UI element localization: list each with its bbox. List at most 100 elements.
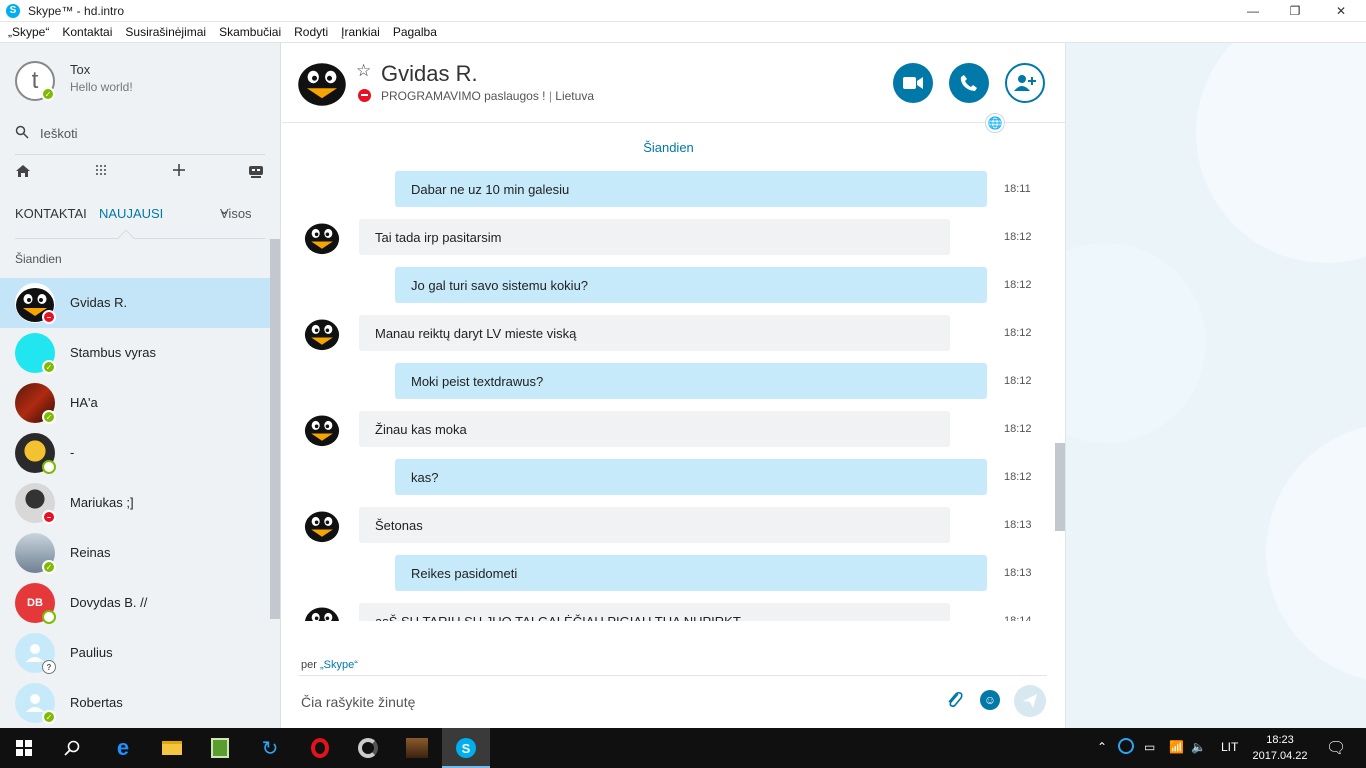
sender-avatar[interactable]: [304, 315, 340, 351]
sidebar-scrollbar[interactable]: [270, 239, 280, 619]
taskbar-skype[interactable]: S: [442, 728, 490, 768]
notifications-icon[interactable]: 🗨: [1326, 738, 1346, 758]
taskbar-game[interactable]: [393, 728, 441, 768]
message-time: 18:13: [1004, 567, 1032, 579]
sender-avatar[interactable]: [304, 603, 340, 621]
emoticon-icon[interactable]: ☺: [980, 690, 1000, 710]
sent-message[interactable]: Dabar ne uz 10 min galesiu 18:11: [282, 171, 1055, 207]
wifi-icon[interactable]: 📶: [1169, 740, 1184, 754]
sent-message[interactable]: Reikes pasidometi 18:13: [282, 555, 1055, 591]
battery-icon[interactable]: ▭: [1144, 740, 1155, 754]
taskbar-app2[interactable]: [344, 728, 392, 768]
menu-conversations[interactable]: Susirašinėjimai: [125, 25, 206, 39]
sender-avatar[interactable]: [304, 219, 340, 255]
contact-item[interactable]: ✓ Stambus vyras: [0, 328, 270, 378]
tray-app-icon[interactable]: [1118, 738, 1134, 754]
contact-name: -: [70, 445, 75, 460]
message-text[interactable]: Šetonas: [359, 507, 950, 543]
contact-item[interactable]: ? Paulius: [0, 628, 270, 678]
home-icon[interactable]: [15, 163, 31, 183]
contact-item[interactable]: ✓ HA'a: [0, 378, 270, 428]
contact-item[interactable]: – Mariukas ;]: [0, 478, 270, 528]
taskbar-edge[interactable]: e: [99, 728, 147, 768]
globe-icon[interactable]: 🌐: [985, 113, 1005, 133]
menu-tools[interactable]: Įrankiai: [341, 25, 380, 39]
start-button[interactable]: [0, 728, 48, 768]
message-text[interactable]: Manau reiktų daryt LV mieste viską: [359, 315, 950, 351]
bot-icon[interactable]: [247, 163, 265, 183]
sidebar-tabs: KONTAKTAI NAUJAUSI Visos ⌄: [15, 206, 270, 224]
volume-icon[interactable]: 🔈: [1191, 740, 1206, 754]
add-person-icon: [1014, 75, 1036, 91]
sender-avatar[interactable]: [304, 507, 340, 543]
my-mood: Hello world!: [70, 80, 133, 94]
contact-name: Stambus vyras: [70, 345, 156, 360]
taskbar-app[interactable]: ↻: [246, 728, 294, 768]
received-message[interactable]: Žinau kas moka 18:12: [282, 411, 1055, 447]
clock[interactable]: 18:23 2017.04.22: [1248, 732, 1312, 764]
message-text[interactable]: Reikes pasidometi: [395, 555, 987, 591]
chat-contact-info: PROGRAMAVIMO paslaugos ! | Lietuva: [381, 89, 594, 103]
menu-skype[interactable]: „Skype“: [8, 25, 49, 39]
sent-message[interactable]: Moki peist textdrawus? 18:12: [282, 363, 1055, 399]
contact-item[interactable]: ✓ Reinas: [0, 528, 270, 578]
window-titlebar: S Skype™ - hd.intro — ❐ ✕: [0, 0, 1366, 22]
sender-avatar[interactable]: [304, 411, 340, 447]
maximize-icon: ❐: [1289, 4, 1301, 18]
maximize-button[interactable]: ❐: [1272, 0, 1318, 22]
received-message[interactable]: Tai tada irp pasitarsim 18:12: [282, 219, 1055, 255]
message-input[interactable]: Čia rašykite žinutę: [301, 694, 415, 710]
message-text[interactable]: Jo gal turi savo sistemu kokiu?: [395, 267, 987, 303]
contact-item[interactable]: – Gvidas R.: [0, 278, 270, 328]
chat-scrollbar[interactable]: [1055, 443, 1065, 531]
game-icon: [406, 738, 428, 758]
voice-call-button[interactable]: [949, 63, 989, 103]
search-box[interactable]: Ieškoti: [15, 123, 265, 143]
video-call-button[interactable]: [893, 63, 933, 103]
show-hidden-icons[interactable]: ⌃: [1097, 740, 1107, 754]
message-text[interactable]: Tai tada irp pasitarsim: [359, 219, 950, 255]
tab-recent[interactable]: NAUJAUSI: [99, 206, 163, 221]
close-button[interactable]: ✕: [1318, 0, 1364, 22]
message-text[interactable]: asŠ SU TARIU SU JUO TAI GALĖČIAU PIGIAU …: [359, 603, 950, 621]
received-message[interactable]: asŠ SU TARIU SU JUO TAI GALĖČIAU PIGIAU …: [282, 603, 1055, 621]
chat-contact-mood: PROGRAMAVIMO paslaugos !: [381, 89, 546, 103]
received-message[interactable]: Manau reiktų daryt LV mieste viską 18:12: [282, 315, 1055, 351]
taskbar-opera[interactable]: [296, 728, 344, 768]
minimize-button[interactable]: —: [1230, 0, 1276, 22]
menu-calls[interactable]: Skambučiai: [219, 25, 281, 39]
tab-contacts[interactable]: KONTAKTAI: [15, 206, 87, 221]
away-status-icon: [42, 610, 56, 624]
add-participant-button[interactable]: [1005, 63, 1045, 103]
contact-item[interactable]: DB Dovydas B. //: [0, 578, 270, 628]
dialpad-icon[interactable]: [95, 163, 107, 180]
contact-item[interactable]: -: [0, 428, 270, 478]
message-text[interactable]: kas?: [395, 459, 987, 495]
taskbar-notepad[interactable]: [196, 728, 244, 768]
search-button[interactable]: [48, 728, 96, 768]
menu-contacts[interactable]: Kontaktai: [62, 25, 112, 39]
add-icon[interactable]: [172, 163, 186, 181]
language-indicator[interactable]: LIT: [1221, 740, 1238, 754]
menu-help[interactable]: Pagalba: [393, 25, 437, 39]
message-text[interactable]: Dabar ne uz 10 min galesiu: [395, 171, 987, 207]
received-message[interactable]: Šetonas 18:13: [282, 507, 1055, 543]
refresh-app-icon: ↻: [261, 737, 279, 760]
menu-view[interactable]: Rodyti: [294, 25, 328, 39]
attach-icon[interactable]: [946, 690, 964, 715]
sent-message[interactable]: kas? 18:12: [282, 459, 1055, 495]
message-text[interactable]: Žinau kas moka: [359, 411, 950, 447]
chat-contact-location: Lietuva: [555, 89, 594, 103]
chat-avatar[interactable]: [297, 57, 347, 107]
search-icon: [64, 740, 80, 756]
contact-item[interactable]: ✓ Robertas: [0, 678, 270, 728]
via-skype-link[interactable]: „Skype“: [320, 659, 358, 671]
send-button[interactable]: [1014, 685, 1046, 717]
busy-status-icon: –: [42, 310, 56, 324]
taskbar-explorer[interactable]: [148, 728, 196, 768]
message-text[interactable]: Moki peist textdrawus?: [395, 363, 987, 399]
skype-app-icon: S: [6, 3, 20, 18]
favorite-star-icon[interactable]: ☆: [356, 61, 371, 81]
sent-message[interactable]: Jo gal turi savo sistemu kokiu? 18:12: [282, 267, 1055, 303]
opera-icon: [311, 738, 329, 758]
